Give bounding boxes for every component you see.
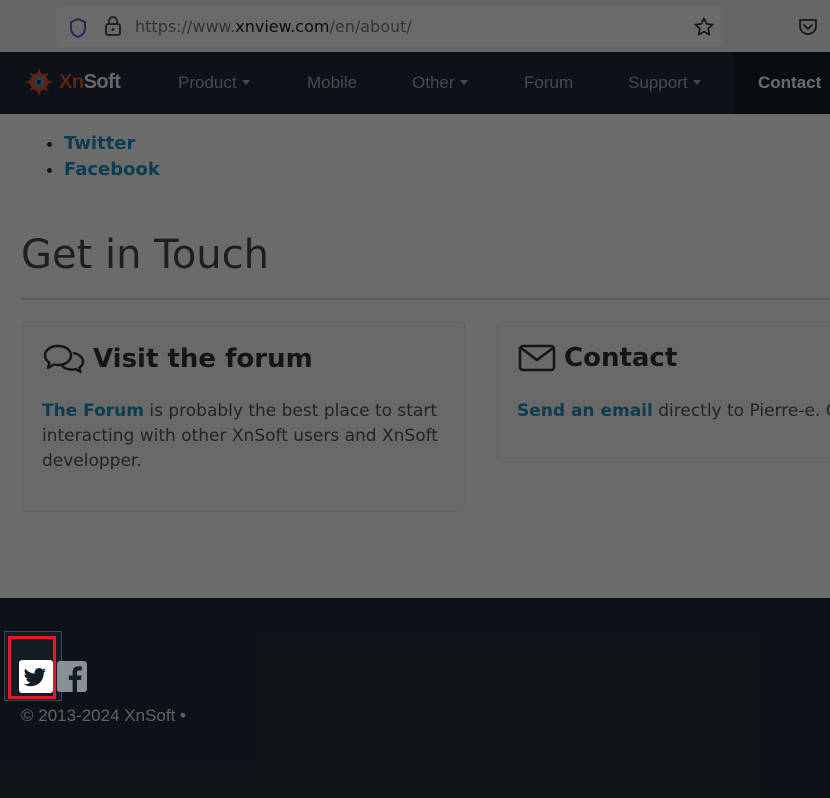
logo-text: XnSoft: [59, 70, 121, 93]
send-email-link[interactable]: Send an email: [517, 401, 653, 421]
caret-down-icon: [459, 80, 468, 85]
contact-card: Contact Send an email directly to Pierre…: [497, 322, 830, 462]
browser-toolbar: https://www.xnview.com/en/about/: [0, 0, 830, 52]
shield-icon[interactable]: [68, 17, 88, 39]
forum-card-title: Visit the forum: [93, 344, 313, 374]
twitter-link[interactable]: Twitter: [64, 133, 135, 154]
bookmark-star-icon[interactable]: [693, 16, 715, 38]
caret-down-icon: [241, 80, 250, 85]
nav-product[interactable]: Product: [178, 52, 250, 114]
site-navbar: XnSoft Product Mobile Other Forum Suppor…: [0, 52, 830, 114]
nav-forum[interactable]: Forum: [524, 52, 573, 114]
contact-card-header: Contact: [518, 343, 677, 373]
section-title: Get in Touch: [21, 232, 269, 278]
forum-link[interactable]: The Forum: [42, 401, 144, 421]
facebook-icon: [57, 661, 87, 692]
section-divider: [21, 298, 830, 300]
contact-card-text: Send an email directly to Pierre-e. Go: [517, 401, 830, 421]
nav-contact[interactable]: Contact: [734, 52, 830, 114]
footer-twitter-button[interactable]: [19, 660, 53, 693]
twitter-icon: [23, 668, 47, 687]
list-item: Facebook: [64, 158, 160, 184]
site-footer: © 2013-2024 XnSoft •: [0, 598, 830, 798]
xnsoft-logo-icon: [25, 68, 53, 96]
contact-card-title: Contact: [564, 343, 678, 373]
list-item: Twitter: [64, 132, 160, 158]
envelope-icon: [518, 344, 556, 372]
facebook-link[interactable]: Facebook: [64, 159, 160, 180]
nav-support[interactable]: Support: [628, 52, 701, 114]
comments-icon: [43, 344, 85, 374]
forum-card-text: The Forum is probably the best place to …: [42, 401, 438, 471]
social-links-list: Twitter Facebook: [44, 132, 160, 184]
pocket-icon[interactable]: [797, 17, 819, 37]
nav-other[interactable]: Other: [412, 52, 468, 114]
forum-card-header: Visit the forum: [43, 343, 313, 375]
lock-icon[interactable]: [103, 15, 123, 37]
twitter-highlight-region: [4, 631, 87, 701]
footer-facebook-button[interactable]: [56, 660, 88, 693]
xnsoft-logo[interactable]: XnSoft: [24, 67, 121, 97]
nav-mobile[interactable]: Mobile: [307, 52, 357, 114]
forum-card: Visit the forum The Forum is probably th…: [22, 322, 465, 512]
caret-down-icon: [692, 80, 701, 85]
url-text[interactable]: https://www.xnview.com/en/about/: [135, 17, 412, 36]
copyright-text: © 2013-2024 XnSoft •: [21, 706, 186, 725]
